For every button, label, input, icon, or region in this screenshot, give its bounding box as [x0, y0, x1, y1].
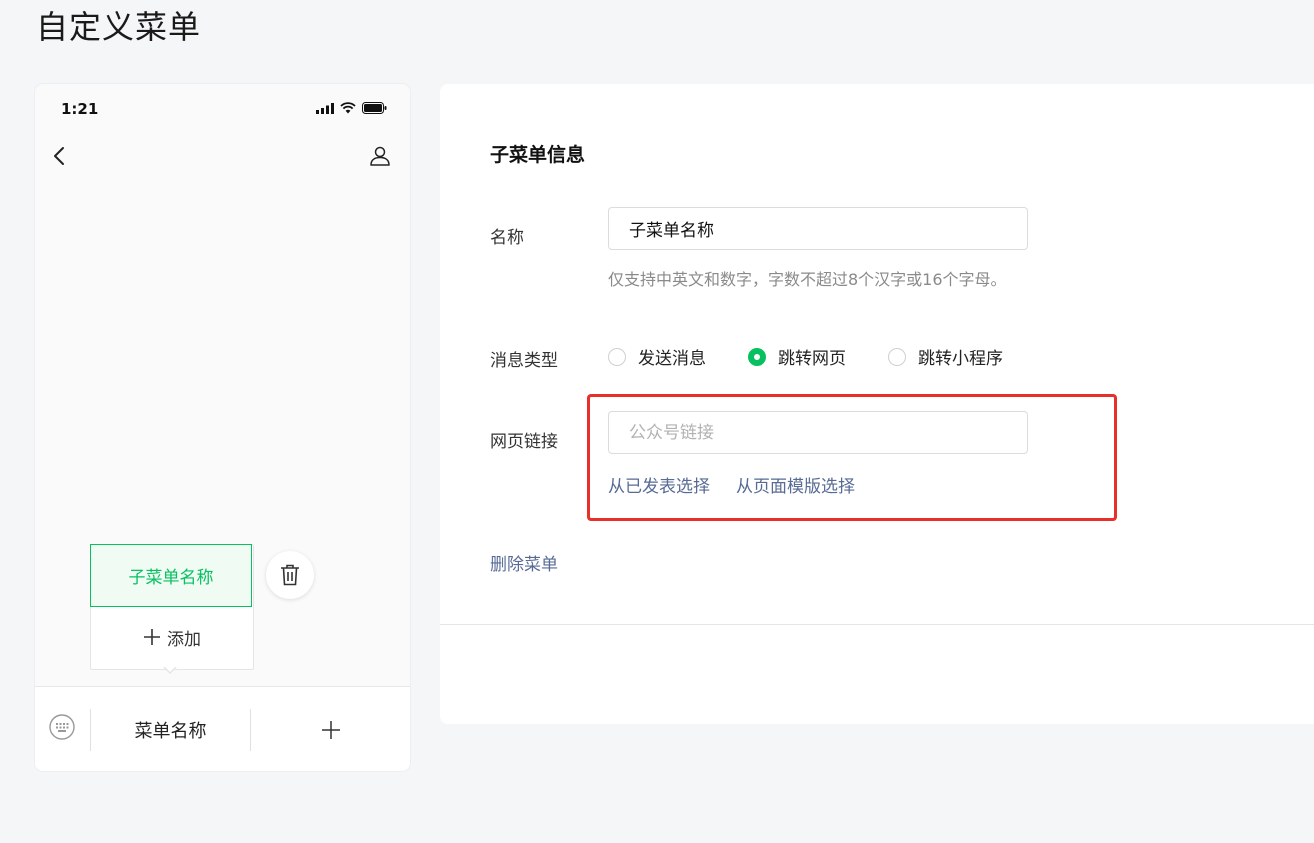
section-title: 子菜单信息 — [490, 144, 586, 166]
status-time: 1:21 — [61, 100, 99, 118]
radio-jump-webpage[interactable]: 跳转网页 — [748, 344, 846, 369]
radio-circle-checked — [748, 347, 766, 366]
menubar-item[interactable]: 菜单名称 — [91, 687, 250, 771]
name-input[interactable] — [608, 207, 1028, 250]
wifi-icon — [340, 102, 356, 114]
plus-icon — [321, 720, 340, 739]
panel-divider — [440, 624, 1314, 625]
highlight-box — [587, 394, 1117, 521]
submenu-arrow-fill — [164, 666, 176, 672]
add-submenu-button[interactable]: 添加 — [91, 606, 253, 668]
web-link-label: 网页链接 — [490, 432, 558, 452]
keyboard-icon[interactable] — [49, 711, 75, 743]
add-submenu-label: 添加 — [167, 629, 201, 650]
radio-label: 发送消息 — [638, 349, 706, 369]
radio-circle — [888, 347, 906, 366]
phone-preview: 1:21 子菜单名称 添加 菜单名称 — [35, 84, 410, 771]
submenu-item-label: 子菜单名称 — [128, 568, 214, 588]
name-label: 名称 — [490, 228, 524, 248]
delete-menu-link[interactable]: 删除菜单 — [490, 550, 558, 575]
battery-icon — [362, 102, 387, 114]
page-title: 自定义菜单 — [36, 8, 202, 46]
user-icon[interactable] — [368, 144, 392, 168]
submenu-popup: 子菜单名称 添加 — [90, 544, 254, 670]
status-icons — [316, 102, 387, 114]
submenu-item[interactable]: 子菜单名称 — [90, 544, 252, 607]
radio-send-message[interactable]: 发送消息 — [608, 344, 706, 369]
message-type-radio-group: 发送消息 跳转网页 跳转小程序 — [608, 344, 1045, 369]
radio-jump-miniprogram[interactable]: 跳转小程序 — [888, 344, 1003, 369]
submenu-info-panel: 子菜单信息 名称 仅支持中英文和数字，字数不超过8个汉字或16个字母。 消息类型… — [440, 84, 1314, 724]
menubar-item-label: 菜单名称 — [134, 720, 207, 742]
radio-label: 跳转小程序 — [918, 349, 1003, 369]
add-menu-button[interactable] — [251, 687, 410, 771]
radio-circle — [608, 347, 626, 366]
delete-submenu-button[interactable] — [266, 551, 314, 599]
message-type-label: 消息类型 — [490, 351, 558, 371]
menubar: 菜单名称 — [35, 686, 410, 771]
plus-icon — [144, 629, 160, 645]
name-hint: 仅支持中英文和数字，字数不超过8个汉字或16个字母。 — [608, 270, 1007, 289]
radio-label: 跳转网页 — [778, 349, 846, 369]
trash-icon — [281, 564, 299, 586]
back-icon[interactable] — [49, 142, 69, 170]
signal-icon — [316, 102, 334, 114]
